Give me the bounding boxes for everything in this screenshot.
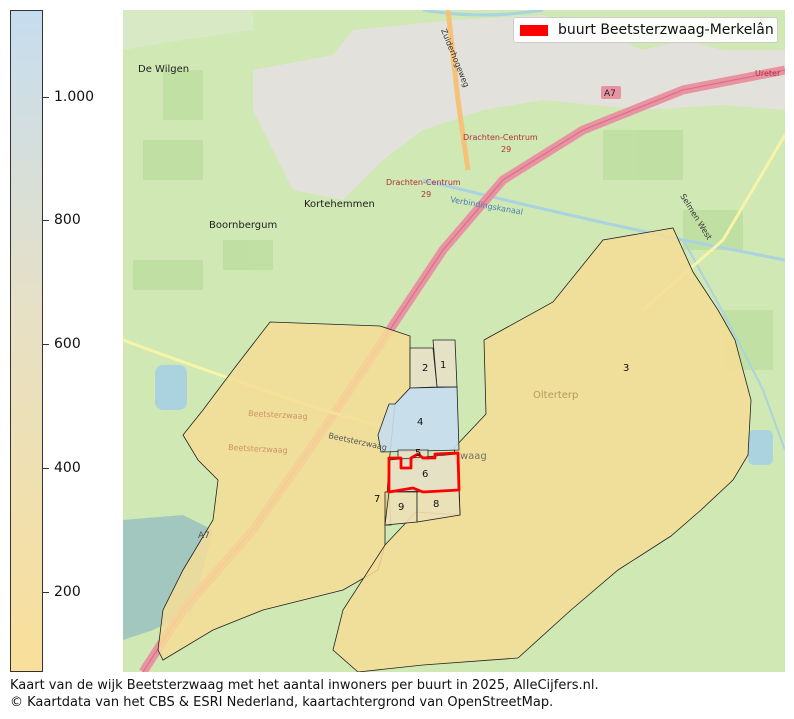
neighbourhood-label-1: 1 — [440, 360, 446, 371]
legend-swatch — [520, 24, 548, 36]
label-drachten-centrum-2-num: 29 — [421, 190, 431, 199]
neighbourhood-label-9: 9 — [398, 502, 404, 513]
colorbar-tick-label: 400 — [54, 459, 81, 476]
caption-line-1: Kaart van de wijk Beetsterzwaag met het … — [10, 678, 599, 693]
label-drachten-centrum-1: Drachten-Centrum — [463, 133, 538, 142]
neighbourhood-label-3: 3 — [623, 363, 629, 374]
caption: Kaart van de wijk Beetsterzwaag met het … — [10, 677, 599, 711]
neighbourhood-label-7: 7 — [374, 494, 380, 505]
colorbar-tick-label: 200 — [54, 583, 81, 600]
legend: buurt Beetsterzwaag-Merkelân — [513, 17, 778, 43]
colorbar-tick — [43, 220, 49, 222]
neighbourhood-label-5: 5 — [415, 448, 421, 459]
colorbar-tick-label: 600 — [54, 336, 81, 353]
neighbourhood-label-4: 4 — [417, 417, 423, 428]
colorbar-tick — [43, 96, 49, 98]
label-drachten-centrum-1-num: 29 — [501, 145, 511, 154]
place-de-wilgen: De Wilgen — [138, 64, 189, 75]
label-a7-top: A7 — [604, 89, 616, 99]
colorbar-tick — [43, 467, 49, 469]
neighbourhood-label-8: 8 — [433, 499, 439, 510]
caption-line-2: © Kaartdata van het CBS & ESRI Nederland… — [10, 695, 554, 710]
neighbourhood-label-6: 6 — [422, 469, 428, 480]
legend-label: buurt Beetsterzwaag-Merkelân — [558, 22, 774, 38]
colorbar-tick — [43, 344, 49, 346]
colorbar-tick — [43, 591, 49, 593]
map[interactable]: De Wilgen Boornbergum Kortehemmen Dracht… — [123, 10, 785, 672]
colorbar-tick-label: 800 — [54, 212, 81, 229]
label-drachten-centrum-2: Drachten-Centrum — [386, 178, 461, 187]
colorbar — [10, 10, 43, 672]
label-waag: waag — [460, 451, 487, 462]
label-olterterp: Olterterp — [533, 390, 578, 401]
place-kortehemmen: Kortehemmen — [304, 199, 375, 210]
label-a7-bottom: A7 — [198, 531, 210, 541]
lake-east — [748, 430, 773, 465]
label-uretere: Ureter — [755, 69, 781, 78]
colorbar-tick-label: 1.000 — [54, 88, 95, 105]
lake — [155, 365, 187, 410]
neighbourhood-label-2: 2 — [422, 363, 428, 374]
place-boornbergum: Boornbergum — [209, 220, 277, 231]
